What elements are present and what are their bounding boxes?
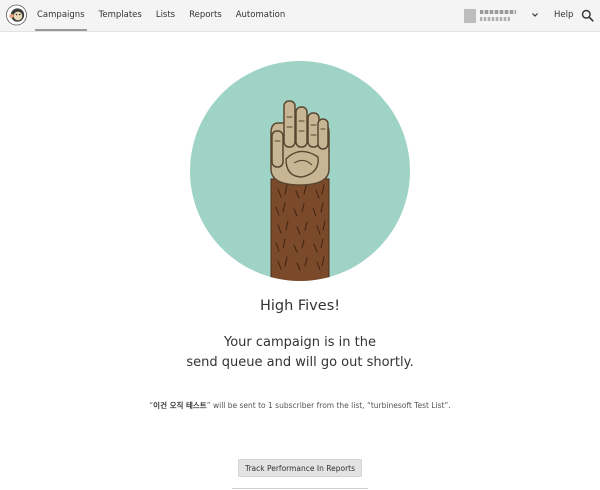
send-details-text: will be sent to 1 subscriber from the li…	[210, 401, 451, 410]
avatar	[464, 9, 476, 23]
mailchimp-logo-icon[interactable]	[6, 4, 27, 26]
nav-campaigns[interactable]: Campaigns	[30, 0, 92, 31]
account-name-redacted	[480, 10, 516, 14]
account-menu[interactable]	[464, 8, 534, 24]
search-icon[interactable]	[581, 9, 594, 22]
top-navigation-bar: Campaigns Templates Lists Reports Automa…	[0, 0, 600, 32]
main-nav: Campaigns Templates Lists Reports Automa…	[30, 0, 292, 31]
track-performance-button[interactable]: Track Performance In Reports	[238, 459, 362, 477]
nav-automation[interactable]: Automation	[229, 0, 293, 31]
account-org-redacted	[480, 17, 510, 21]
high-five-monkey-arm-illustration	[190, 61, 410, 281]
campaign-name: 이건 오직 테스트	[153, 401, 207, 410]
confirmation-message: Your campaign is in the send queue and w…	[0, 333, 600, 373]
nav-templates[interactable]: Templates	[92, 0, 149, 31]
confirmation-line-2: send queue and will go out shortly.	[186, 355, 414, 370]
send-details: “이건 오직 테스트” will be sent to 1 subscriber…	[0, 400, 600, 411]
confirmation-line-1: Your campaign is in the	[224, 335, 376, 350]
divider	[232, 488, 368, 489]
nav-lists[interactable]: Lists	[149, 0, 182, 31]
chevron-down-icon[interactable]	[531, 8, 539, 22]
nav-reports[interactable]: Reports	[182, 0, 229, 31]
page-title: High Fives!	[259, 298, 341, 314]
help-link[interactable]: Help	[554, 0, 573, 31]
